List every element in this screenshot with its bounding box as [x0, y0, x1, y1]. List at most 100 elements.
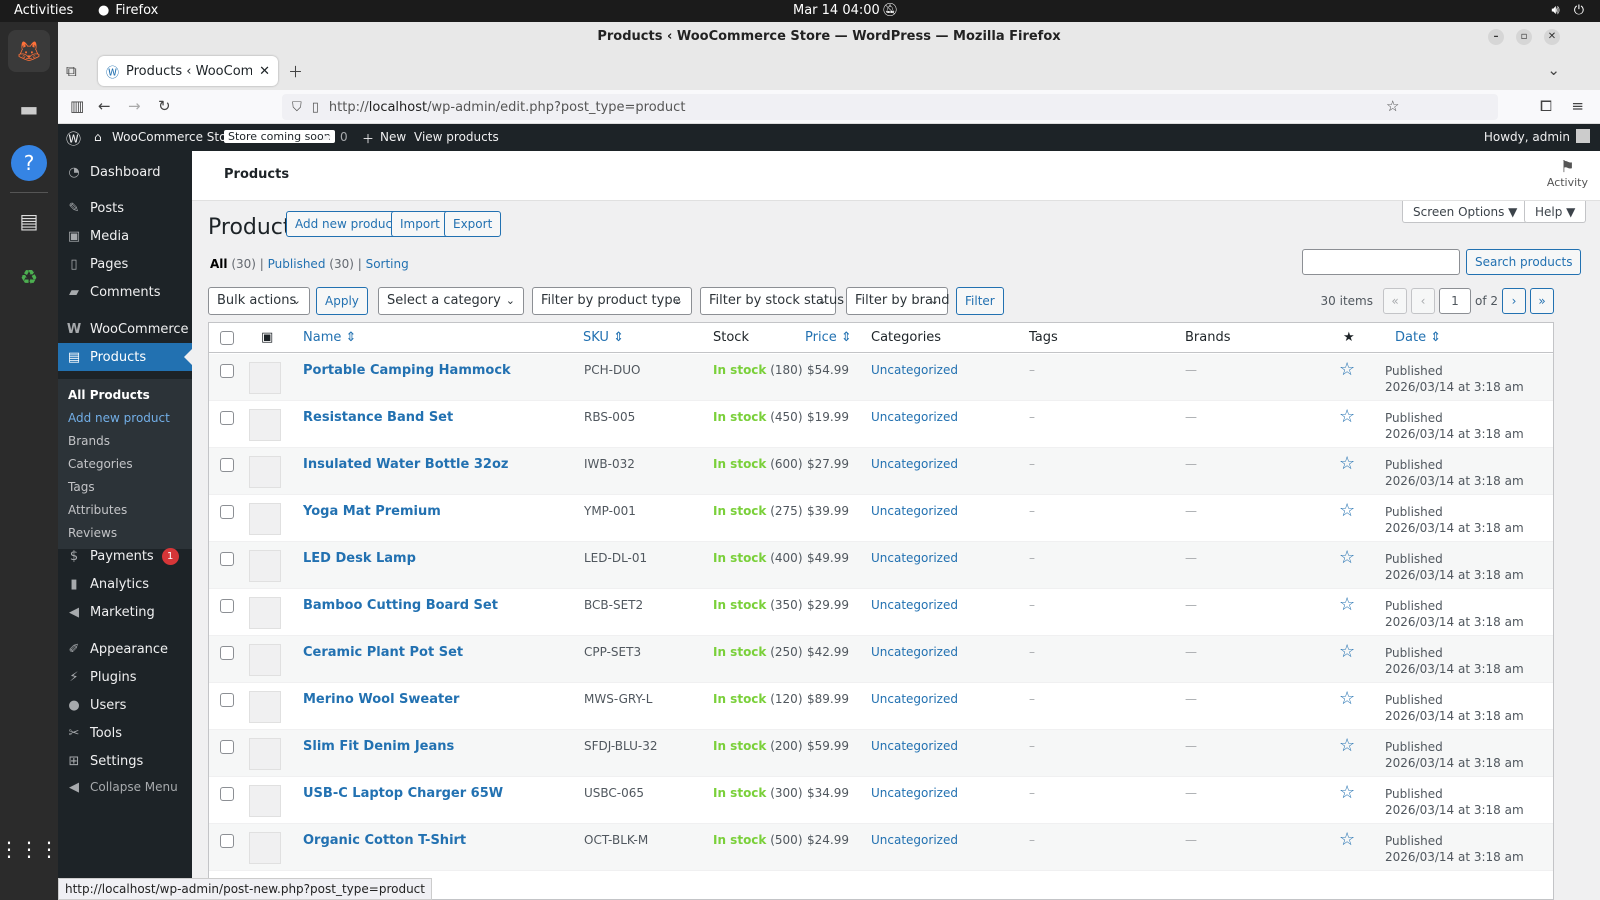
dock-trash[interactable]: ♻	[8, 256, 50, 298]
view-published[interactable]: Published	[268, 257, 326, 271]
brand-filter-select[interactable]: Filter by brand ⌄	[846, 287, 949, 315]
featured-star-icon[interactable]: ☆	[1339, 641, 1355, 662]
product-name-link[interactable]: Organic Cotton T-Shirt	[303, 833, 466, 848]
tab-products[interactable]: Ⓦ Products ‹ WooCommerce ✕	[98, 56, 278, 86]
row-checkbox[interactable]	[220, 646, 234, 660]
url-bar[interactable]: ⛉ ▯ http://localhost/wp-admin/edit.php?p…	[282, 94, 1498, 120]
sidebar-item-comments[interactable]: ▰ Comments	[58, 278, 192, 306]
sidebar-item-payments[interactable]: $ Payments 1	[58, 542, 192, 570]
close-tab-icon[interactable]: ✕	[259, 64, 270, 79]
sidebar-item-users[interactable]: ● Users	[58, 691, 192, 719]
store-coming-soon-badge[interactable]: Store coming soon	[224, 130, 335, 143]
sidebar-item-posts[interactable]: ✎ Posts	[58, 194, 192, 222]
first-page-button[interactable]: «	[1382, 288, 1407, 314]
new-tab-button[interactable]: ＋	[288, 61, 303, 82]
featured-star-icon[interactable]: ☆	[1339, 782, 1355, 803]
product-category-link[interactable]: Uncategorized	[871, 504, 958, 518]
column-name[interactable]: Name ⇕	[303, 330, 356, 345]
product-thumbnail[interactable]	[249, 550, 281, 582]
next-page-button[interactable]: ›	[1502, 288, 1526, 314]
comments-icon[interactable]: ▰	[322, 130, 331, 144]
product-name-link[interactable]: Resistance Band Set	[303, 410, 453, 425]
site-home-icon[interactable]: ⌂	[94, 130, 102, 144]
row-checkbox[interactable]	[220, 552, 234, 566]
maximize-button[interactable]: ▫	[1516, 29, 1532, 45]
submenu-reviews[interactable]: Reviews	[68, 526, 117, 540]
reload-button[interactable]: ↻	[158, 97, 171, 115]
row-checkbox[interactable]	[220, 411, 234, 425]
sidebar-item-dashboard[interactable]: ◔ Dashboard	[58, 158, 192, 186]
close-window-button[interactable]: ✕	[1544, 29, 1560, 45]
dock-files[interactable]: ▬	[8, 88, 50, 130]
product-category-link[interactable]: Uncategorized	[871, 551, 958, 565]
current-page-input[interactable]: 1	[1438, 288, 1471, 314]
product-name-link[interactable]: Yoga Mat Premium	[303, 504, 441, 519]
product-category-link[interactable]: Uncategorized	[871, 645, 958, 659]
product-thumbnail[interactable]	[249, 409, 281, 441]
minimize-button[interactable]: –	[1488, 29, 1504, 45]
featured-star-icon[interactable]: ☆	[1339, 359, 1355, 380]
product-thumbnail[interactable]	[249, 503, 281, 535]
submenu-attributes[interactable]: Attributes	[68, 503, 127, 517]
wordpress-logo-icon[interactable]: Ⓦ	[66, 128, 81, 149]
app-menu-icon[interactable]: ≡	[1571, 97, 1584, 115]
activities-button[interactable]: Activities	[14, 3, 73, 18]
avatar[interactable]	[1576, 129, 1590, 143]
extensions-icon[interactable]: ⧠	[1540, 97, 1552, 115]
product-name-link[interactable]: Merino Wool Sweater	[303, 692, 459, 707]
prev-page-button[interactable]: ‹	[1410, 288, 1435, 314]
help-button[interactable]: Help ▼	[1524, 201, 1587, 223]
view-all[interactable]: All	[210, 257, 228, 271]
product-thumbnail[interactable]	[249, 644, 281, 676]
dock-firefox[interactable]: 🦊︎	[8, 30, 50, 72]
featured-star-icon[interactable]: ☆	[1339, 406, 1355, 427]
site-name[interactable]: WooCommerce Store	[112, 130, 239, 144]
column-date[interactable]: Date ⇕	[1395, 330, 1441, 345]
search-products-button[interactable]: Search products	[1466, 249, 1582, 275]
category-filter-select[interactable]: Select a category ⌄	[378, 287, 524, 315]
featured-star-icon[interactable]: ☆	[1339, 500, 1355, 521]
filter-button[interactable]: Filter	[956, 287, 1004, 315]
product-name-link[interactable]: Slim Fit Denim Jeans	[303, 739, 454, 754]
submenu-brands[interactable]: Brands	[68, 434, 110, 448]
product-category-link[interactable]: Uncategorized	[871, 363, 958, 377]
product-category-link[interactable]: Uncategorized	[871, 833, 958, 847]
dock-help[interactable]: ?	[8, 142, 50, 184]
featured-column-icon[interactable]: ★	[1343, 330, 1355, 345]
bulk-actions-select[interactable]: Bulk actions ⌄	[208, 287, 310, 315]
list-tabs-button[interactable]: ⌄	[1547, 61, 1560, 79]
featured-star-icon[interactable]: ☆	[1339, 735, 1355, 756]
product-thumbnail[interactable]	[249, 738, 281, 770]
sidebar-item-marketing[interactable]: ◀ Marketing	[58, 598, 192, 626]
row-checkbox[interactable]	[220, 834, 234, 848]
forward-button[interactable]: →	[128, 97, 141, 115]
column-price[interactable]: Price ⇕	[805, 330, 852, 345]
view-products-link[interactable]: View products	[414, 130, 499, 144]
comments-count[interactable]: 0	[340, 130, 348, 144]
row-checkbox[interactable]	[220, 458, 234, 472]
back-button[interactable]: ←	[98, 97, 111, 115]
row-checkbox[interactable]	[220, 693, 234, 707]
sidebar-item-tools[interactable]: ✂︎ Tools	[58, 719, 192, 747]
product-name-link[interactable]: Portable Camping Hammock	[303, 363, 511, 378]
product-thumbnail[interactable]	[249, 691, 281, 723]
featured-star-icon[interactable]: ☆	[1339, 547, 1355, 568]
product-category-link[interactable]: Uncategorized	[871, 739, 958, 753]
dock-text-editor[interactable]: ▤	[8, 200, 50, 242]
product-thumbnail[interactable]	[249, 597, 281, 629]
product-category-link[interactable]: Uncategorized	[871, 410, 958, 424]
apply-button[interactable]: Apply	[316, 287, 368, 315]
sidebar-toggle-icon[interactable]: ▥	[70, 97, 84, 115]
product-search-input[interactable]	[1302, 249, 1460, 275]
show-apps-button[interactable]: ⋮⋮⋮	[0, 828, 59, 870]
view-sorting[interactable]: Sorting	[366, 257, 409, 271]
product-name-link[interactable]: Insulated Water Bottle 32oz	[303, 457, 508, 472]
featured-star-icon[interactable]: ☆	[1339, 688, 1355, 709]
product-name-link[interactable]: USB-C Laptop Charger 65W	[303, 786, 503, 801]
product-name-link[interactable]: Bamboo Cutting Board Set	[303, 598, 498, 613]
submenu-all-products[interactable]: All Products	[68, 388, 150, 402]
app-menu[interactable]: ● Firefox	[98, 3, 158, 18]
stock-status-filter-select[interactable]: Filter by stock status ⌄	[700, 287, 844, 315]
row-checkbox[interactable]	[220, 505, 234, 519]
row-checkbox[interactable]	[220, 740, 234, 754]
